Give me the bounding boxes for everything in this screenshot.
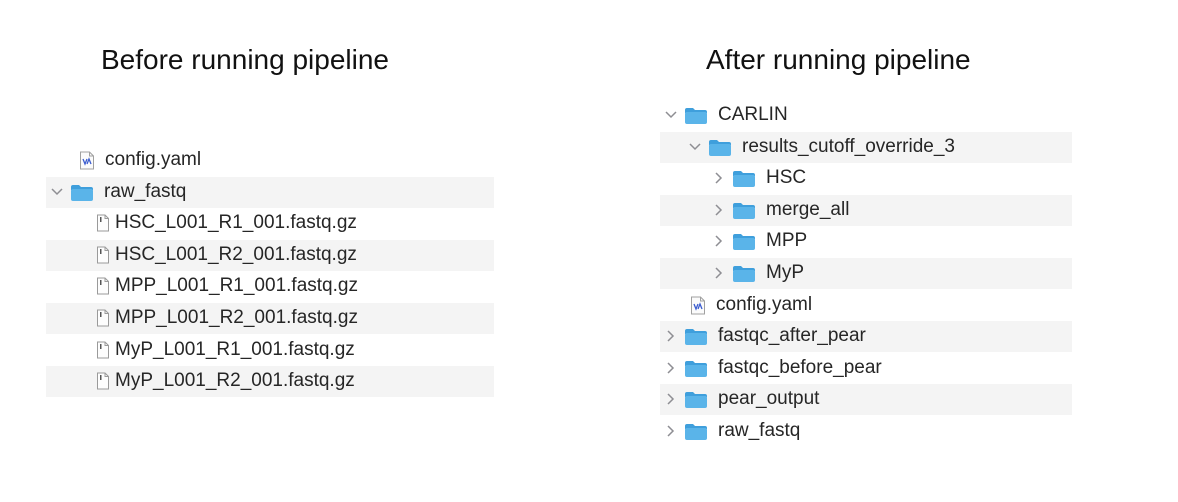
folder-icon — [732, 169, 756, 188]
folder-icon — [708, 138, 732, 157]
after-row-fastqc-after-pear[interactable]: fastqc_after_pear — [660, 321, 1072, 353]
folder-icon — [684, 327, 708, 346]
item-label: merge_all — [766, 198, 850, 220]
folder-icon — [732, 201, 756, 220]
after-row-results-cutoff-override-3[interactable]: results_cutoff_override_3 — [660, 131, 1072, 163]
item-label: fastqc_after_pear — [718, 325, 866, 347]
item-label: raw_fastq — [104, 180, 187, 202]
item-label: MyP_L001_R2_001.fastq.gz — [115, 370, 355, 392]
chevron-right-icon[interactable] — [664, 361, 678, 375]
before-row-hsc-l001-r1-001-fastq-gz[interactable]: HSC_L001_R1_001.fastq.gz — [46, 208, 494, 239]
chevron-right-icon[interactable] — [664, 329, 678, 343]
item-label: MPP_L001_R1_001.fastq.gz — [115, 275, 358, 297]
after-row-config-yaml[interactable]: config.yaml — [660, 290, 1072, 321]
before-row-config-yaml[interactable]: config.yaml — [46, 145, 494, 176]
right-panel-title: After running pipeline — [706, 44, 971, 75]
folder-icon — [70, 183, 94, 202]
after-row-pear-output[interactable]: pear_output — [660, 384, 1072, 416]
after-row-fastqc-before-pear[interactable]: fastqc_before_pear — [660, 353, 1072, 384]
folder-icon — [684, 359, 708, 378]
chevron-right-icon[interactable] — [664, 392, 678, 406]
after-row-hsc[interactable]: HSC — [660, 163, 1072, 194]
chevron-down-icon[interactable] — [664, 108, 678, 122]
file-icon — [96, 214, 110, 232]
item-label: CARLIN — [718, 104, 788, 125]
chevron-right-icon[interactable] — [712, 171, 726, 185]
item-label: MPP — [766, 230, 808, 252]
chevron-right-icon[interactable] — [712, 266, 726, 280]
file-icon — [96, 341, 110, 359]
item-label: config.yaml — [105, 149, 202, 170]
folder-icon — [684, 106, 708, 125]
chevron-right-icon[interactable] — [664, 424, 678, 438]
chevron-down-icon[interactable] — [688, 140, 702, 154]
chevron-right-icon[interactable] — [712, 203, 726, 217]
folder-icon — [732, 232, 756, 251]
before-row-mpp-l001-r2-001-fastq-gz[interactable]: MPP_L001_R2_001.fastq.gz — [46, 303, 494, 334]
before-file-tree: config.yaml raw_fastq HSC_L001_R1_001.fast… — [46, 145, 494, 399]
after-row-merge-all[interactable]: merge_all — [660, 194, 1072, 226]
left-panel-title: Before running pipeline — [101, 44, 389, 75]
after-row-myp[interactable]: MyP — [660, 258, 1072, 289]
after-file-tree: CARLIN results_cutoff_override_3 HSC merge_… — [660, 100, 1072, 452]
chevron-down-icon[interactable] — [50, 185, 64, 199]
after-row-carlin[interactable]: CARLIN — [660, 100, 1072, 131]
after-row-mpp[interactable]: MPP — [660, 226, 1072, 257]
item-label: MPP_L001_R2_001.fastq.gz — [115, 307, 358, 328]
item-label: raw_fastq — [718, 420, 801, 441]
before-row-raw-fastq[interactable]: raw_fastq — [46, 176, 494, 208]
folder-icon — [684, 390, 708, 409]
item-label: pear_output — [718, 388, 820, 410]
file-icon — [96, 309, 110, 327]
item-label: MyP_L001_R1_001.fastq.gz — [115, 338, 355, 360]
yaml-file-icon — [690, 296, 706, 315]
file-icon — [96, 277, 110, 295]
item-label: HSC_L001_R2_001.fastq.gz — [115, 243, 357, 265]
chevron-right-icon[interactable] — [712, 234, 726, 248]
yaml-file-icon — [79, 151, 95, 170]
item-label: config.yaml — [716, 293, 813, 315]
before-row-hsc-l001-r2-001-fastq-gz[interactable]: HSC_L001_R2_001.fastq.gz — [46, 239, 494, 271]
item-label: fastqc_before_pear — [718, 356, 882, 378]
folder-icon — [732, 264, 756, 283]
folder-icon — [684, 422, 708, 441]
before-row-myp-l001-r2-001-fastq-gz[interactable]: MyP_L001_R2_001.fastq.gz — [46, 366, 494, 398]
file-icon — [96, 372, 110, 390]
file-icon — [96, 246, 110, 264]
item-label: HSC — [766, 167, 807, 189]
before-row-mpp-l001-r1-001-fastq-gz[interactable]: MPP_L001_R1_001.fastq.gz — [46, 271, 494, 302]
before-row-myp-l001-r1-001-fastq-gz[interactable]: MyP_L001_R1_001.fastq.gz — [46, 335, 494, 366]
item-label: HSC_L001_R1_001.fastq.gz — [115, 212, 357, 234]
item-label: results_cutoff_override_3 — [742, 135, 955, 157]
item-label: MyP — [766, 262, 804, 283]
after-row-raw-fastq[interactable]: raw_fastq — [660, 416, 1072, 447]
